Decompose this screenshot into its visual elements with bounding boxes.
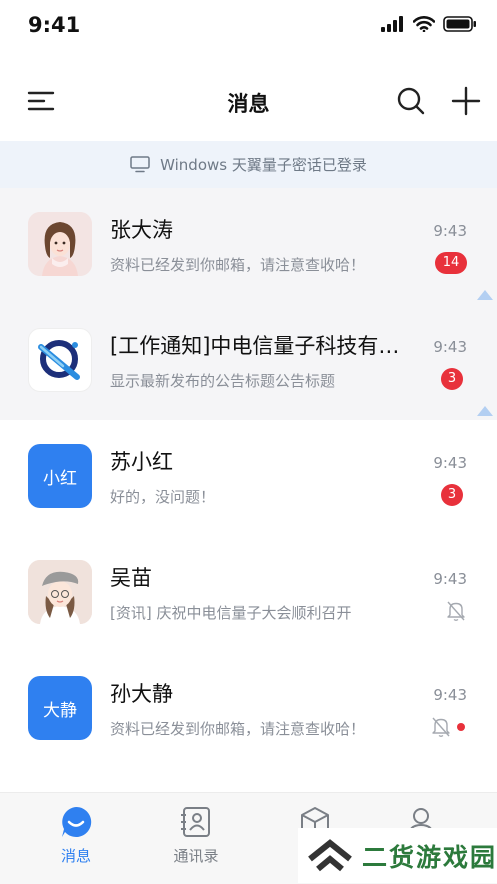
conversation-preview: 好的，没问题！ <box>110 488 216 506</box>
conversation-preview: 显示最新发布的公告标题公告标题 <box>110 372 336 390</box>
muted-bell-icon <box>432 717 450 737</box>
search-button[interactable] <box>394 84 428 118</box>
company-logo-icon <box>38 340 80 380</box>
nav-bar: 消息 <box>0 72 497 132</box>
login-status-text: Windows 天翼量子密话已登录 <box>160 156 367 174</box>
conversation-list: 张大涛 资料已经发到你邮箱，请注意查收哈！ 9:43 14 [工作通知]中电信量… <box>0 188 497 768</box>
woman-avatar-icon <box>28 212 92 276</box>
unread-badge: 14 <box>435 252 467 274</box>
conversation-name: 张大涛 <box>110 218 173 242</box>
conversation-name: 吴苗 <box>110 566 152 590</box>
conversation-time: 9:43 <box>433 454 467 472</box>
avatar <box>28 328 92 392</box>
watermark-text: 二货游戏园 <box>362 842 497 872</box>
muted-bell-icon <box>447 601 465 621</box>
conversation-item[interactable]: 张大涛 资料已经发到你邮箱，请注意查收哈！ 9:43 14 <box>0 188 497 304</box>
conversation-item[interactable]: [工作通知]中电信量子科技有限公司 显示最新发布的公告标题公告标题 9:43 3 <box>0 304 497 420</box>
battery-icon <box>443 16 476 32</box>
unread-dot <box>457 723 465 731</box>
conversation-preview: [资讯] 庆祝中电信量子大会顺利召开 <box>110 604 352 622</box>
wifi-icon <box>413 16 435 32</box>
avatar <box>28 560 92 624</box>
chat-bubble-icon <box>62 806 92 837</box>
contacts-icon <box>181 807 210 837</box>
login-status-banner[interactable]: Windows 天翼量子密话已登录 <box>0 141 497 188</box>
conversation-item[interactable]: 大静 孙大静 资料已经发到你邮箱，请注意查收哈！ 9:43 <box>0 652 497 768</box>
plus-icon <box>451 86 481 116</box>
status-time: 9:41 <box>28 13 81 37</box>
conversation-item[interactable]: 吴苗 [资讯] 庆祝中电信量子大会顺利召开 9:43 <box>0 536 497 652</box>
conversation-name: 孙大静 <box>110 682 173 706</box>
watermark: 二货游戏园 <box>298 828 497 883</box>
pin-marker-icon <box>477 290 493 300</box>
avatar: 小红 <box>28 444 92 508</box>
conversation-time: 9:43 <box>433 686 467 704</box>
tab-contacts[interactable]: 通讯录 <box>151 805 241 866</box>
conversation-item[interactable]: 小红 苏小红 好的，没问题！ 9:43 3 <box>0 420 497 536</box>
status-icons <box>381 16 477 32</box>
watermark-chevron-icon <box>308 838 352 871</box>
status-bar: 9:41 <box>0 0 497 52</box>
conversation-preview: 资料已经发到你邮箱，请注意查收哈！ <box>110 256 366 274</box>
tab-messages[interactable]: 消息 <box>31 805 121 866</box>
unread-badge: 3 <box>441 484 463 506</box>
conversation-time: 9:43 <box>433 338 467 356</box>
desktop-icon <box>130 156 150 173</box>
tab-label: 消息 <box>60 847 91 865</box>
conversation-time: 9:43 <box>433 570 467 588</box>
search-icon <box>397 87 425 115</box>
unread-badge: 3 <box>441 368 463 390</box>
conversation-name: 苏小红 <box>110 450 173 474</box>
pin-marker-icon <box>477 406 493 416</box>
conversation-preview: 资料已经发到你邮箱，请注意查收哈！ <box>110 720 366 738</box>
girl-avatar-icon <box>28 560 92 624</box>
tab-label: 通讯录 <box>173 847 219 865</box>
conversation-time: 9:43 <box>433 222 467 240</box>
cellular-signal-icon <box>381 16 403 32</box>
avatar: 大静 <box>28 676 92 740</box>
add-button[interactable] <box>449 84 483 118</box>
conversation-name: [工作通知]中电信量子科技有限公司 <box>110 334 420 358</box>
avatar <box>28 212 92 276</box>
